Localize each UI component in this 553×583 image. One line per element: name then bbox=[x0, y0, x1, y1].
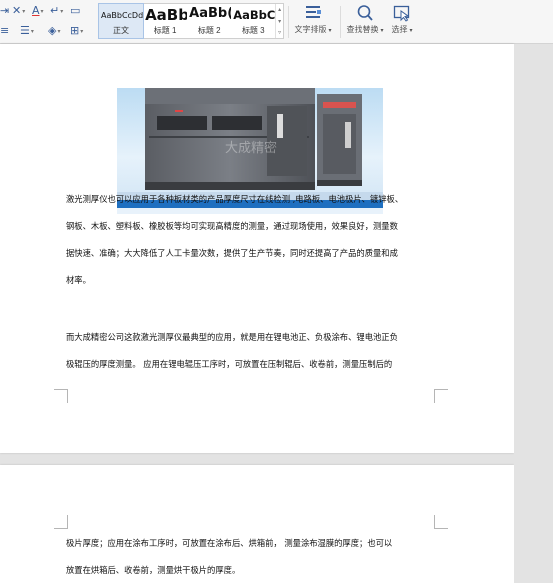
style-label: 标题 2 bbox=[197, 26, 221, 35]
paragraph-line: 据快速、准确；大大降低了人工卡量次数，提供了生产节奏，同时还提高了产品的质量和成 bbox=[66, 248, 398, 258]
paragraph-line: 放置在烘箱后、收卷前，测量烘干极片的厚度。 bbox=[66, 565, 241, 575]
font-color-button[interactable]: A ▾ bbox=[32, 3, 44, 19]
style-preview: AaBb bbox=[145, 6, 188, 24]
style-heading-3[interactable]: AaBbC( 标题 3 bbox=[231, 4, 275, 38]
styles-gallery: AaBbCcDd 正文 AaBb 标题 1 AaBb( 标题 2 AaBbC( … bbox=[97, 3, 284, 39]
margin-corner-mark bbox=[54, 389, 68, 403]
paragraph-line: 钢板、木板、塑料板、橡胶板等均可实现高精度的测量，通过现场使用，效果良好，测量数 bbox=[66, 221, 398, 231]
line-spacing-icon: ☰ bbox=[20, 24, 30, 37]
text-layout-icon bbox=[306, 6, 321, 18]
paragraph-3: 极片厚度；应用在涂布工序时，可放置在涂布后、烘箱前， 测量涂布湿膜的厚度；也可以… bbox=[66, 530, 446, 583]
magnifier-icon bbox=[357, 5, 373, 21]
border-button[interactable]: ▭ bbox=[70, 3, 80, 19]
style-heading-2[interactable]: AaBb( 标题 2 bbox=[187, 4, 231, 38]
style-label: 标题 3 bbox=[241, 26, 265, 35]
clear-format-button[interactable]: ✕ ▾ bbox=[12, 3, 25, 19]
margin-corner-mark bbox=[54, 515, 68, 529]
chevron-down-icon: ▾ bbox=[22, 7, 26, 15]
style-normal[interactable]: AaBbCcDd 正文 bbox=[97, 3, 145, 39]
select-label: 选择 bbox=[391, 25, 408, 34]
chevron-down-icon: ▾ bbox=[80, 27, 84, 35]
style-label: 标题 1 bbox=[153, 26, 177, 35]
paragraph-line: 极片厚度；应用在涂布工序时，可放置在涂布后、烘箱前， 测量涂布湿膜的厚度；也可以 bbox=[66, 538, 393, 548]
grid-icon: ⊞ bbox=[70, 24, 80, 37]
margin-corner-mark bbox=[434, 389, 448, 403]
shading-button[interactable]: ◈ ▾ bbox=[48, 23, 60, 39]
chevron-down-icon: ▾ bbox=[407, 27, 413, 34]
paragraph-line: 而大成精密公司这款激光测厚仪最典型的应用，就是用在锂电池正、负极涂布、锂电池正负 bbox=[66, 332, 398, 342]
indent-button[interactable]: ⇥ bbox=[0, 3, 9, 19]
paint-bucket-icon: ◈ bbox=[48, 24, 57, 37]
style-label: 正文 bbox=[113, 26, 130, 35]
table-border-button[interactable]: ⊞ ▾ bbox=[70, 23, 83, 39]
paragraph-line: 极辊压的厚度测量。 应用在锂电辊压工序时，可放置在压制辊后、收卷前，测量压制后的 bbox=[66, 359, 393, 369]
scroll-down-icon: ▾ bbox=[278, 17, 282, 25]
chevron-down-icon: ▾ bbox=[60, 7, 64, 15]
text-layout-button[interactable]: 文字排版 ▾ bbox=[287, 4, 339, 35]
document-page-1[interactable]: 大成精密 激光测厚仪也可以应用于各种板材类的产品厚度尺寸在线检测 ,电路板、电池… bbox=[0, 44, 514, 453]
document-page-2[interactable]: 极片厚度；应用在涂布工序时，可放置在涂布后、烘箱前， 测量涂布湿膜的厚度；也可以… bbox=[0, 465, 514, 583]
select-button[interactable]: 选择 ▾ bbox=[377, 4, 427, 35]
scroll-up-icon: ▴ bbox=[278, 6, 282, 13]
watermark-text: 大成精密 bbox=[225, 140, 277, 156]
clear-format-icon: ✕ bbox=[12, 4, 22, 17]
line-spacing-button[interactable]: ☰ ▾ bbox=[20, 23, 34, 39]
border-icon: ▭ bbox=[70, 4, 81, 17]
align-icon: ≡ bbox=[0, 24, 10, 37]
cursor-select-icon bbox=[393, 5, 410, 22]
chevron-down-icon: ▾ bbox=[40, 7, 44, 15]
paragraph-line: 材率。 bbox=[66, 275, 91, 285]
style-preview: AaBb( bbox=[189, 6, 232, 21]
align-button[interactable]: ≡ bbox=[0, 23, 9, 39]
paragraph-2: 而大成精密公司这款激光测厚仪最典型的应用，就是用在锂电池正、负极涂布、锂电池正负… bbox=[66, 324, 446, 378]
paragraph-line: 激光测厚仪也可以应用于各种板材类的产品厚度尺寸在线检测 ,电路板、电池极片、镀锌… bbox=[66, 194, 404, 204]
paragraph-icon: ↵ bbox=[50, 4, 60, 17]
paragraph-mark-button[interactable]: ↵ ▾ bbox=[50, 3, 63, 19]
paragraph-1: 激光测厚仪也可以应用于各种板材类的产品厚度尺寸在线检测 ,电路板、电池极片、镀锌… bbox=[66, 186, 446, 294]
style-preview: AaBbCcDd bbox=[101, 11, 144, 20]
chevron-down-icon: ▾ bbox=[57, 27, 61, 35]
style-preview: AaBbC( bbox=[233, 8, 276, 22]
workspace-background bbox=[514, 44, 553, 583]
ribbon-toolbar: ⇥ ✕ ▾ A ▾ ↵ ▾ ▭ ≡ ☰ ▾ ◈ ▾ ⊞ ▾ AaBbCcDd 正文 AaBb… bbox=[0, 0, 553, 44]
find-replace-label: 查找替换 bbox=[346, 25, 379, 34]
text-layout-label: 文字排版 bbox=[294, 25, 327, 34]
chevron-down-icon: ▾ bbox=[326, 27, 332, 34]
margin-corner-mark bbox=[434, 515, 448, 529]
expand-icon: ▿ bbox=[278, 29, 282, 36]
font-color-icon: A bbox=[32, 4, 40, 17]
chevron-down-icon: ▾ bbox=[30, 27, 34, 35]
styles-scroll[interactable]: ▴ ▾ ▿ bbox=[275, 4, 283, 38]
indent-icon: ⇥ bbox=[0, 4, 10, 17]
style-heading-1[interactable]: AaBb 标题 1 bbox=[143, 4, 187, 38]
